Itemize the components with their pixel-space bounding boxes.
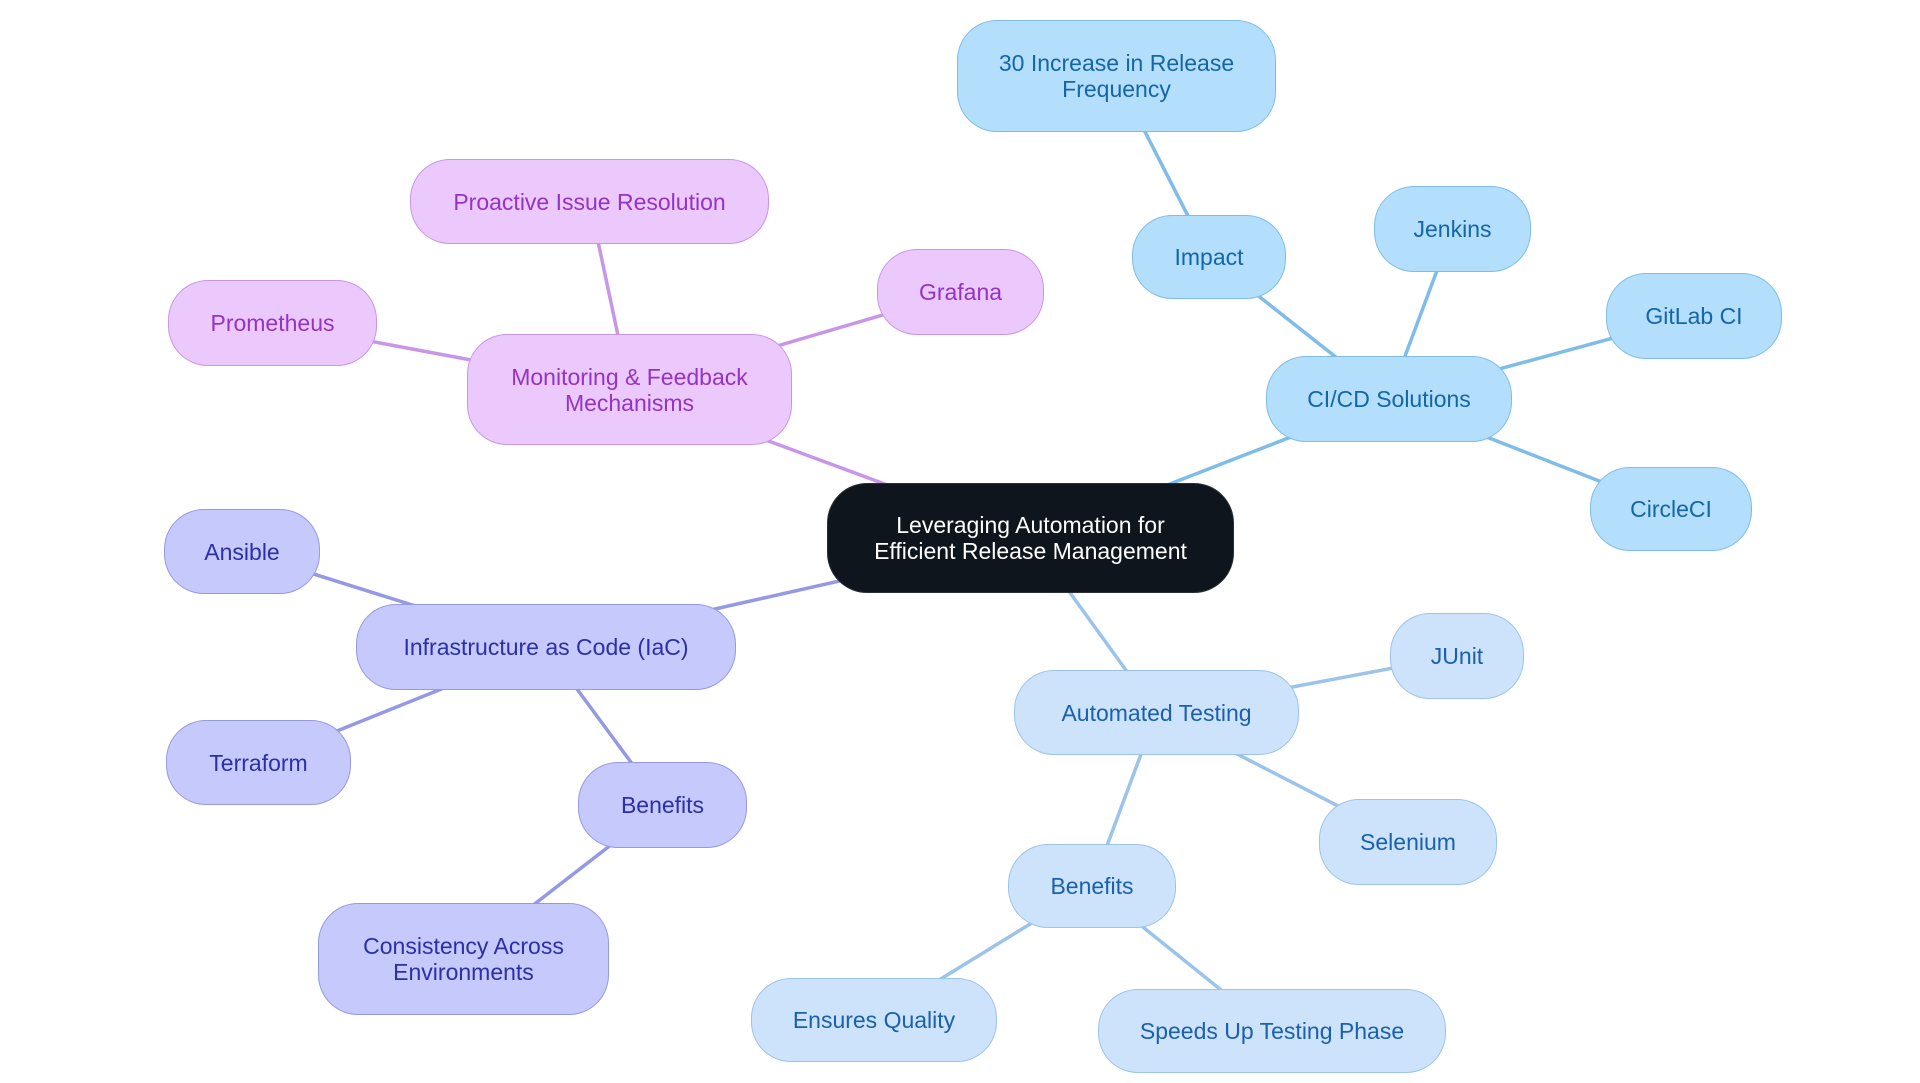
testing-benefits-node[interactable]: Benefits xyxy=(1008,844,1176,928)
jenkins-node[interactable]: Jenkins xyxy=(1374,186,1531,272)
node-label: Terraform xyxy=(209,749,308,776)
selenium-node[interactable]: Selenium xyxy=(1319,799,1497,885)
infrastructure-as-code-node[interactable]: Infrastructure as Code (IaC) xyxy=(356,604,736,690)
monitoring-feedback-node[interactable]: Monitoring & Feedback Mechanisms xyxy=(467,334,792,445)
cicd-solutions-node[interactable]: CI/CD Solutions xyxy=(1266,356,1512,442)
node-label: JUnit xyxy=(1430,643,1484,669)
gitlab-ci-node[interactable]: GitLab CI xyxy=(1606,273,1782,359)
ansible-node[interactable]: Ansible xyxy=(164,509,320,594)
grafana-node[interactable]: Grafana xyxy=(877,249,1044,335)
node-label: Speeds Up Testing Phase xyxy=(1139,1018,1405,1044)
release-frequency-node[interactable]: 30 Increase in Release Frequency xyxy=(957,20,1276,132)
node-label: Impact xyxy=(1174,244,1244,270)
node-label: Prometheus xyxy=(210,310,335,336)
node-label: 30 Increase in Release Frequency xyxy=(998,50,1235,102)
node-label: Consistency Across Environments xyxy=(363,933,564,985)
impact-node[interactable]: Impact xyxy=(1132,215,1286,299)
iac-benefits-node[interactable]: Benefits xyxy=(578,762,747,848)
node-label: Selenium xyxy=(1360,829,1456,855)
ensures-quality-node[interactable]: Ensures Quality xyxy=(751,978,997,1062)
node-label: Grafana xyxy=(918,279,1003,305)
proactive-issue-resolution-node[interactable]: Proactive Issue Resolution xyxy=(410,159,769,244)
terraform-node[interactable]: Terraform xyxy=(166,720,351,805)
node-label: CircleCI xyxy=(1630,496,1712,522)
automated-testing-node[interactable]: Automated Testing xyxy=(1014,670,1299,755)
node-label: Ensures Quality xyxy=(792,1007,956,1033)
node-label: Benefits xyxy=(1050,873,1134,899)
speeds-up-testing-node[interactable]: Speeds Up Testing Phase xyxy=(1098,989,1446,1073)
node-label: Automated Testing xyxy=(1061,699,1252,726)
consistency-node[interactable]: Consistency Across Environments xyxy=(318,903,609,1015)
node-label: Jenkins xyxy=(1413,216,1492,242)
root-node[interactable]: Leveraging Automation for Efficient Rele… xyxy=(827,483,1234,593)
root-node-label: Leveraging Automation for Efficient Rele… xyxy=(874,512,1187,564)
circleci-node[interactable]: CircleCI xyxy=(1590,467,1752,551)
node-label: Infrastructure as Code (IaC) xyxy=(403,634,689,660)
node-label: Monitoring & Feedback Mechanisms xyxy=(511,363,748,416)
node-label: Benefits xyxy=(620,792,705,818)
junit-node[interactable]: JUnit xyxy=(1390,613,1524,699)
prometheus-node[interactable]: Prometheus xyxy=(168,280,377,366)
node-label: GitLab CI xyxy=(1645,303,1743,329)
node-label: CI/CD Solutions xyxy=(1307,386,1471,412)
node-label: Proactive Issue Resolution xyxy=(453,188,726,215)
node-label: Ansible xyxy=(204,538,280,565)
